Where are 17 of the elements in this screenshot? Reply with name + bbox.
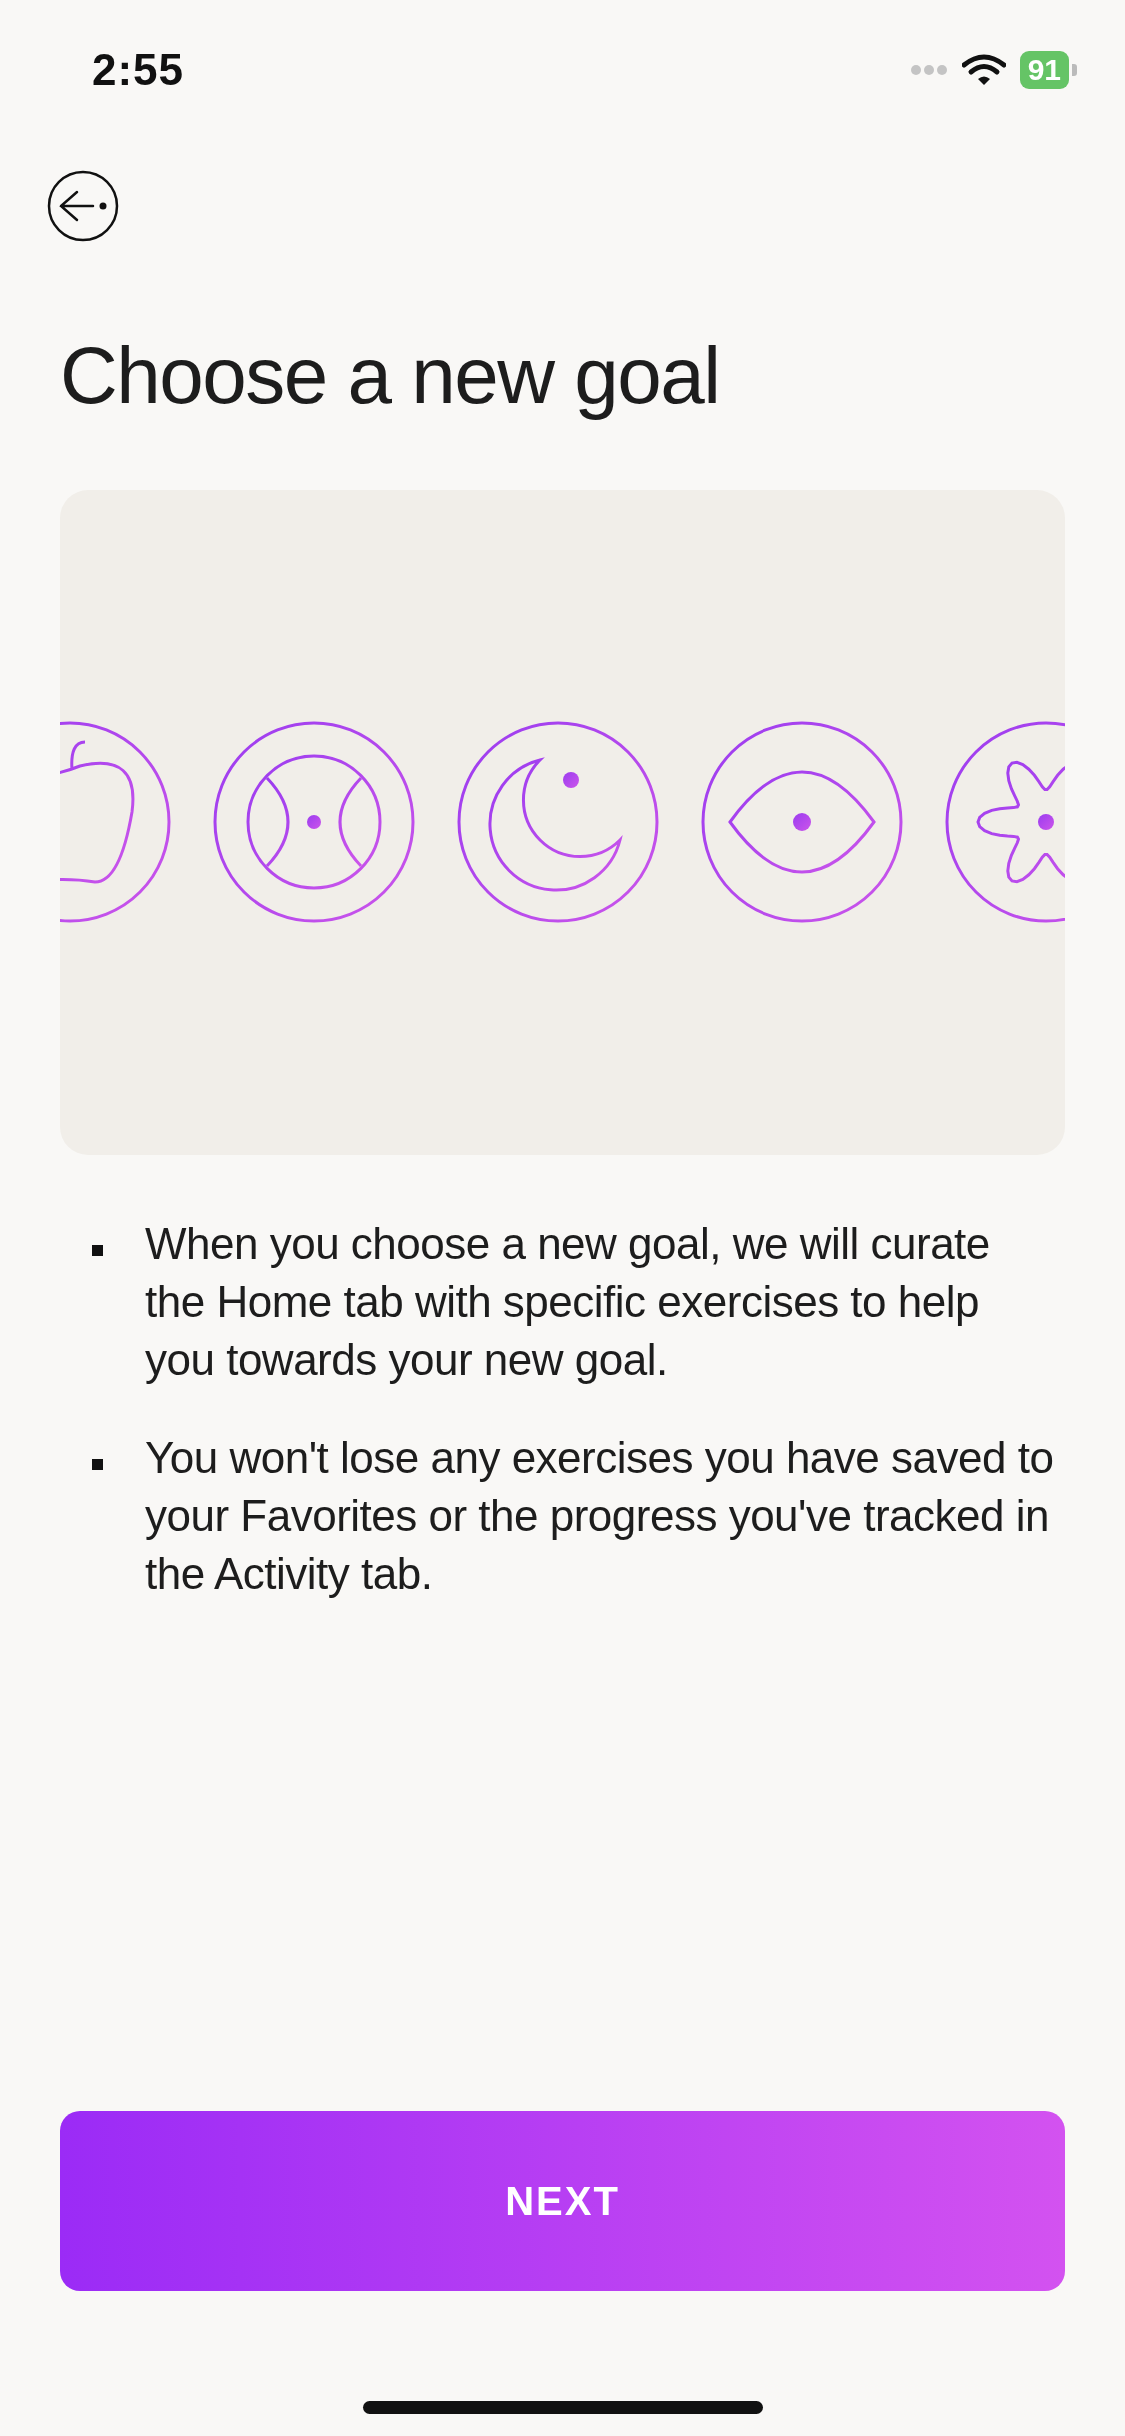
bullet-icon	[92, 1459, 103, 1470]
next-button[interactable]: NEXT	[60, 2111, 1065, 2291]
battery-tip-icon	[1072, 64, 1077, 76]
signal-icon	[909, 64, 948, 76]
back-icon[interactable]	[47, 170, 119, 242]
ball-icon	[213, 721, 415, 923]
bullet-text: You won't lose any exercises you have saved to your Favorites or the progress you've tracked in the Activity tab.	[145, 1432, 1055, 1600]
bullet-icon	[92, 1245, 103, 1256]
status-time: 2:55	[92, 45, 185, 95]
moon-icon	[457, 721, 659, 923]
flower-icon	[945, 721, 1065, 923]
apple-icon	[60, 721, 171, 923]
wifi-icon	[961, 53, 1006, 87]
page-title: Choose a new goal	[60, 330, 721, 422]
bullet-text: When you choose a new goal, we will curate the Home tab with specific exercises to help you towards your new goal.	[145, 1218, 991, 1386]
eye-icon	[701, 721, 903, 923]
battery-level: 91	[1019, 51, 1069, 89]
